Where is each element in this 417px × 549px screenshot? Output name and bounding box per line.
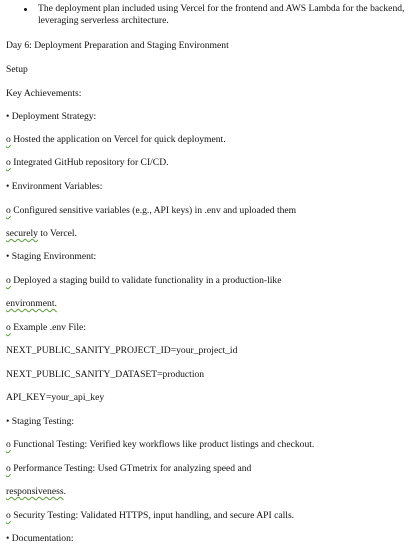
deployment-strategy-item-2: o Integrated GitHub repository for CI/CD…: [6, 157, 169, 169]
item-text: Security Testing: Validated HTTPS, input…: [10, 510, 295, 521]
item-text: Deployed a staging build to validate fun…: [10, 275, 282, 286]
item-text: Configured sensitive variables (e.g., AP…: [10, 205, 297, 216]
item-text: .: [63, 486, 66, 497]
item-text: Functional Testing: Verified key workflo…: [10, 439, 315, 450]
staging-testing-item-2: o Performance Testing: Used GTmetrix for…: [6, 463, 251, 475]
environment-variables-heading: • Environment Variables:: [6, 181, 103, 192]
setup-label: Setup: [6, 64, 28, 75]
item-text: Example .env File:: [10, 322, 86, 333]
item-text: Integrated GitHub repository for CI/CD.: [10, 157, 169, 168]
staging-environment-heading: • Staging Environment:: [6, 251, 97, 262]
staging-environment-item-1-continued: environment.: [6, 298, 57, 310]
staging-testing-item-2-continued: responsiveness.: [6, 486, 66, 498]
key-achievements-heading: Key Achievements:: [6, 88, 82, 99]
item-text: Performance Testing: Used GTmetrix for a…: [10, 463, 252, 474]
flagged-word: securely: [6, 228, 38, 239]
env-line-1: NEXT_PUBLIC_SANITY_PROJECT_ID=your_proje…: [6, 345, 238, 356]
intro-bullet-text: The deployment plan included using Verce…: [38, 3, 405, 26]
environment-variables-item-1-continued: securely to Vercel.: [6, 228, 77, 240]
day-heading: Day 6: Deployment Preparation and Stagin…: [6, 40, 229, 51]
item-text: Hosted the application on Vercel for qui…: [10, 134, 226, 145]
documentation-heading: • Documentation:: [6, 533, 74, 544]
flagged-word: environment.: [6, 298, 57, 309]
flagged-word: responsiveness: [6, 486, 64, 497]
staging-testing-item-3: o Security Testing: Validated HTTPS, inp…: [6, 510, 294, 522]
env-line-3: API_KEY=your_api_key: [6, 392, 105, 403]
environment-variables-item-1: o Configured sensitive variables (e.g., …: [6, 205, 296, 217]
staging-testing-heading: • Staging Testing:: [6, 416, 75, 427]
item-text: to Vercel.: [37, 228, 77, 239]
staging-testing-item-1: o Functional Testing: Verified key workf…: [6, 439, 314, 451]
bullet-dot-icon: [24, 8, 27, 11]
env-line-2: NEXT_PUBLIC_SANITY_DATASET=production: [6, 369, 205, 380]
staging-environment-item-1: o Deployed a staging build to validate f…: [6, 275, 282, 287]
deployment-strategy-item-1: o Hosted the application on Vercel for q…: [6, 134, 226, 146]
example-env-file-label: o Example .env File:: [6, 322, 86, 334]
deployment-strategy-heading: • Deployment Strategy:: [6, 111, 97, 122]
